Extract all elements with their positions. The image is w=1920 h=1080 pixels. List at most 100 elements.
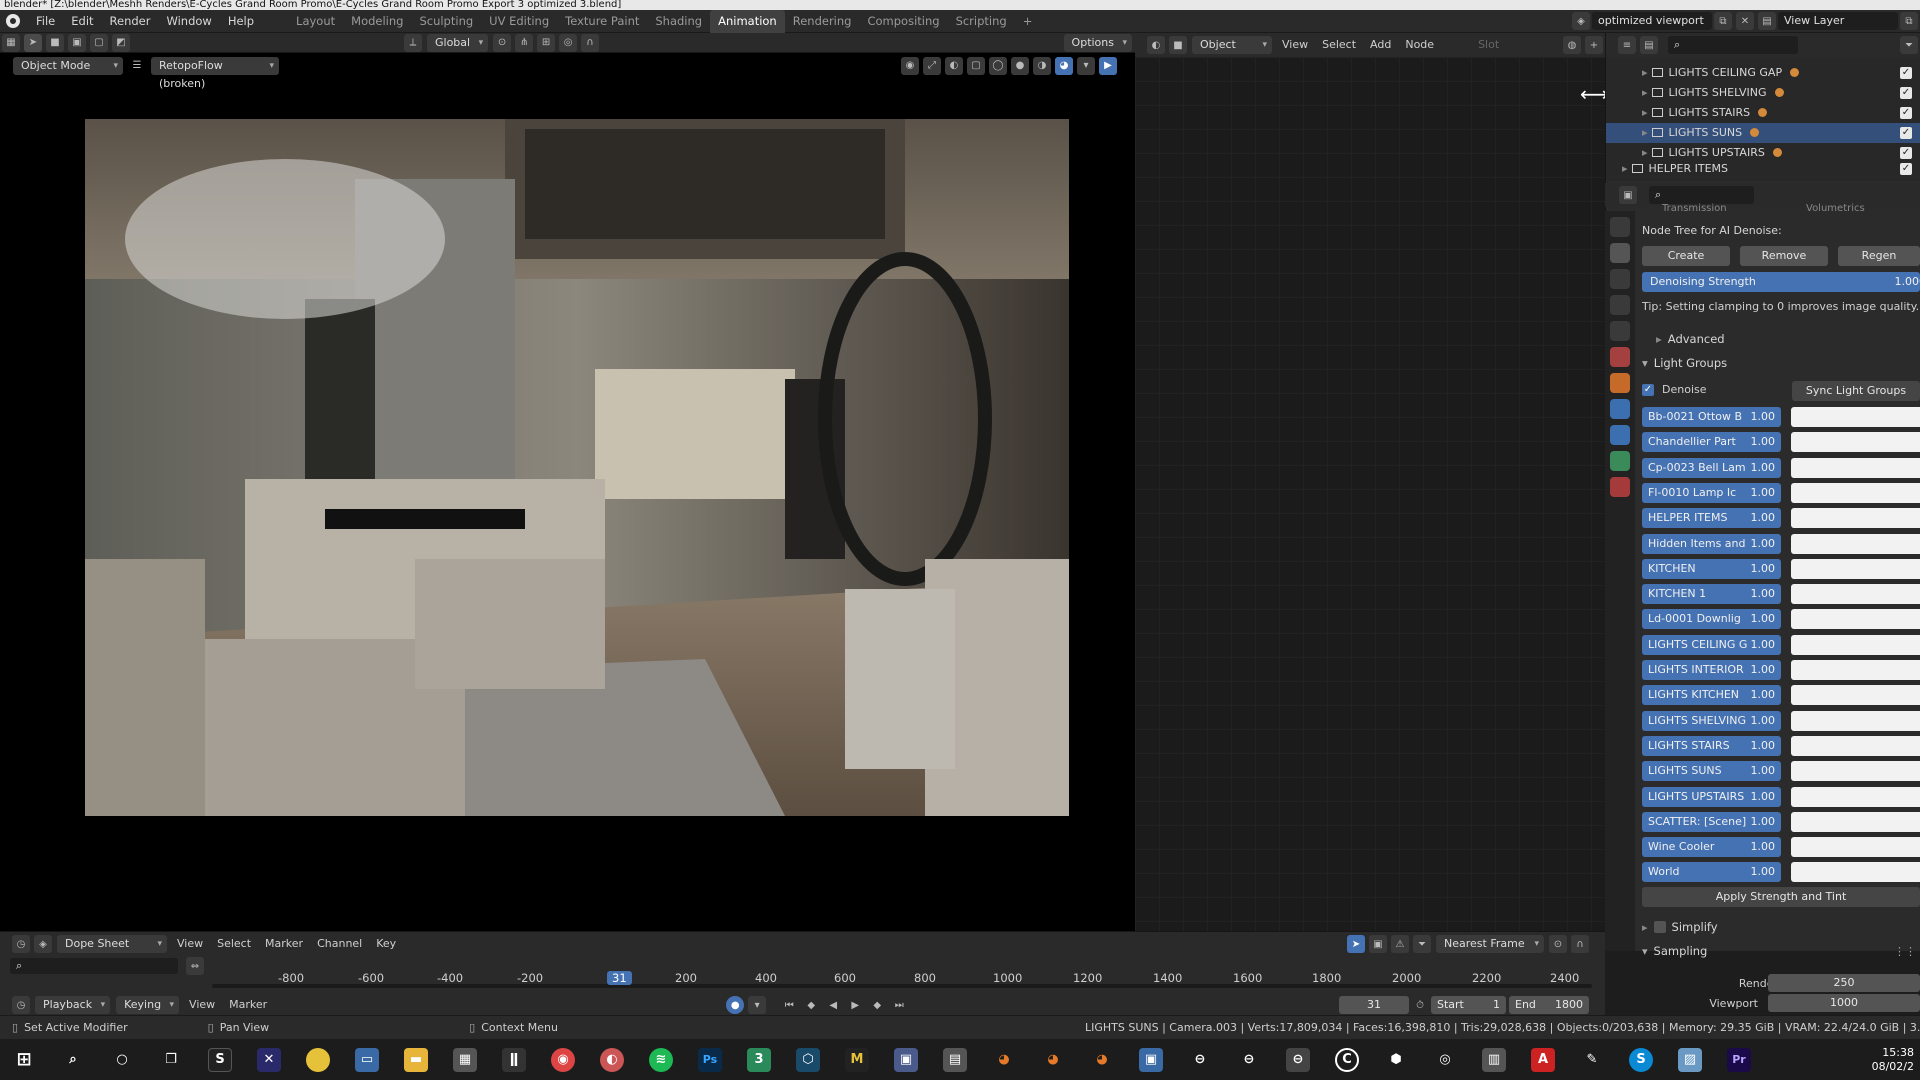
light-group-row[interactable]: LIGHTS UPSTAIRS 1.00 <box>1642 786 1920 807</box>
clock[interactable]: 15:38 08/02/2 <box>1872 1046 1920 1074</box>
preview-range-icon[interactable]: ⏱ <box>1411 996 1429 1014</box>
light-group-row[interactable]: World 1.00 <box>1642 862 1920 883</box>
retopoflow-dropdown[interactable]: RetopoFlow (broken) <box>151 56 279 90</box>
viewport-samples-field[interactable]: 1000 <box>1768 994 1920 1012</box>
dope-menu-select[interactable]: Select <box>210 935 258 953</box>
render-preview-icon[interactable]: ▶ <box>1099 56 1117 75</box>
node-menu-select[interactable]: Select <box>1315 36 1363 54</box>
outliner-editor-icon[interactable]: ≡ <box>1618 36 1636 54</box>
light-group-strength-slider[interactable]: LIGHTS SUNS 1.00 <box>1642 761 1781 782</box>
tab-modeling[interactable]: Modeling <box>343 10 411 33</box>
include-checkbox[interactable]: ✓ <box>1900 147 1912 159</box>
app-gray-icon[interactable]: ▥ <box>1482 1047 1506 1072</box>
light-group-row[interactable]: Bb-0021 Ottow B 1.00 <box>1642 407 1920 427</box>
light-group-tint-swatch[interactable] <box>1791 457 1920 478</box>
premiere-icon[interactable]: Pr <box>1727 1047 1751 1072</box>
outliner-panel[interactable]: ≡ ▤ ⌕ ⏷ ▸ LIGHTS CEILING GAP ✓ ▸ LIGHTS SHE… <box>1605 33 1920 181</box>
channel-search-input[interactable]: ⌕ <box>10 958 178 974</box>
tab-texture-paint[interactable]: Texture Paint <box>557 10 647 33</box>
light-group-strength-slider[interactable]: HELPER ITEMS 1.00 <box>1642 508 1781 529</box>
calculator-icon[interactable]: ▦ <box>453 1047 477 1072</box>
editor-type-icon[interactable]: ▦ <box>2 33 20 52</box>
chrome-icon[interactable]: ◉ <box>551 1047 575 1072</box>
texture-tab-icon[interactable] <box>1610 477 1630 497</box>
overlay-icon[interactable]: ◐ <box>945 56 963 75</box>
outliner-item[interactable]: ▸ HELPER ITEMS ✓ <box>1622 163 1920 175</box>
light-group-tint-swatch[interactable] <box>1791 761 1920 782</box>
light-group-tint-swatch[interactable] <box>1791 432 1920 453</box>
visibility-icon[interactable]: ◉ <box>901 56 919 75</box>
app-active-icon[interactable]: ▣ <box>894 1047 918 1072</box>
menu-file[interactable]: File <box>28 10 63 33</box>
auto-keying-icon[interactable]: ● <box>726 996 745 1014</box>
app-pen-icon[interactable]: ✎ <box>1580 1048 1604 1072</box>
view-layer-icon[interactable]: ▤ <box>1758 12 1776 30</box>
rendered-shading-icon[interactable]: ◕ <box>1055 56 1073 75</box>
slot-dropdown[interactable]: Slot <box>1471 36 1506 54</box>
apply-strength-tint-button[interactable]: Apply Strength and Tint <box>1642 887 1920 907</box>
current-frame-field[interactable]: 31 <box>1339 996 1409 1014</box>
view-layer-field[interactable]: View Layer <box>1778 12 1898 30</box>
timeline-menu-view[interactable]: View <box>182 996 222 1014</box>
light-group-tint-swatch[interactable] <box>1791 862 1920 883</box>
select-invert-icon[interactable]: ◩ <box>112 33 130 52</box>
light-group-row[interactable]: Fl-0010 Lamp Ic 1.00 <box>1642 482 1920 503</box>
falloff-icon[interactable]: ∩ <box>581 33 600 52</box>
dope-editor-type-icon[interactable]: ◷ <box>12 935 30 953</box>
app-m-icon[interactable]: M <box>845 1047 869 1072</box>
app-box-icon[interactable]: ▣ <box>1139 1047 1163 1072</box>
light-group-strength-slider[interactable]: LIGHTS INTERIOR 1.00 <box>1642 660 1781 680</box>
filter-icon[interactable]: ⏷ <box>1900 36 1918 54</box>
tab-scripting[interactable]: Scripting <box>948 10 1015 33</box>
light-group-tint-swatch[interactable] <box>1791 558 1920 579</box>
light-groups-panel-header[interactable]: ▾ Light Groups <box>1642 356 1727 370</box>
scene-tab-icon[interactable] <box>1610 321 1630 341</box>
acrobat-icon[interactable]: A <box>1531 1047 1555 1072</box>
windows-start-icon[interactable]: ⊞ <box>12 1048 36 1072</box>
app-bird-icon[interactable]: ◐ <box>600 1047 624 1072</box>
tab-compositing[interactable]: Compositing <box>859 10 947 33</box>
app-window-icon[interactable]: ▭ <box>355 1047 379 1072</box>
light-group-strength-slider[interactable]: Chandellier Part 1.00 <box>1642 432 1781 453</box>
task-view-icon[interactable]: ❐ <box>159 1048 183 1072</box>
solid-shading-icon[interactable]: ● <box>1011 56 1029 75</box>
snap-target-icon[interactable]: ⊞ <box>537 33 556 52</box>
tab-sculpting[interactable]: Sculpting <box>411 10 481 33</box>
snap-mode-dropdown[interactable]: Nearest Frame <box>1436 935 1544 953</box>
app-cube-icon[interactable]: ⬡ <box>796 1047 820 1072</box>
create-button[interactable]: Create <box>1642 246 1730 266</box>
play-icon[interactable]: ▶ <box>846 996 864 1014</box>
new-scene-icon[interactable]: ⧉ <box>1714 12 1732 30</box>
light-group-row[interactable]: KITCHEN 1.00 <box>1642 558 1920 579</box>
light-group-strength-slider[interactable]: LIGHTS STAIRS 1.00 <box>1642 735 1781 756</box>
light-group-row[interactable]: LIGHTS STAIRS 1.00 <box>1642 735 1920 756</box>
output-tab-icon[interactable] <box>1610 269 1630 289</box>
only-selected-icon[interactable]: ➤ <box>1347 935 1365 953</box>
world-tab-icon[interactable] <box>1610 347 1630 367</box>
menu-render[interactable]: Render <box>102 10 159 33</box>
light-group-tint-swatch[interactable] <box>1791 609 1920 630</box>
simplify-checkbox[interactable] <box>1653 921 1666 933</box>
select-subtract-icon[interactable]: ▢ <box>90 33 108 52</box>
light-group-tint-swatch[interactable] <box>1791 634 1920 655</box>
app-x-icon[interactable]: ✕ <box>257 1047 281 1072</box>
light-group-strength-slider[interactable]: Bb-0021 Ottow B 1.00 <box>1642 407 1781 427</box>
light-group-tint-swatch[interactable] <box>1791 811 1920 832</box>
light-group-tint-swatch[interactable] <box>1791 837 1920 858</box>
light-group-strength-slider[interactable]: Hidden Items and 1.00 <box>1642 533 1781 554</box>
skype-icon[interactable]: S <box>1629 1047 1653 1072</box>
photoshop-icon[interactable]: Ps <box>698 1047 722 1072</box>
app-circle-active-icon[interactable]: ⊖ <box>1286 1047 1310 1072</box>
node-editor-type-icon[interactable]: ◐ <box>1147 36 1165 54</box>
tab-shading[interactable]: Shading <box>647 10 710 33</box>
light-group-row[interactable]: LIGHTS KITCHEN 1.00 <box>1642 685 1920 706</box>
light-group-strength-slider[interactable]: LIGHTS SHELVING 1.00 <box>1642 710 1781 731</box>
light-group-row[interactable]: Wine Cooler 1.00 <box>1642 837 1920 858</box>
menu-help[interactable]: Help <box>220 10 262 33</box>
light-group-tint-swatch[interactable] <box>1791 685 1920 706</box>
timeline-editor-icon[interactable]: ◷ <box>12 996 30 1014</box>
light-group-strength-slider[interactable]: Cp-0023 Bell Lam 1.00 <box>1642 457 1781 478</box>
app-circle-1-icon[interactable]: ⊖ <box>1188 1048 1212 1072</box>
regen-button[interactable]: Regen <box>1838 246 1920 266</box>
include-checkbox[interactable]: ✓ <box>1900 107 1912 119</box>
